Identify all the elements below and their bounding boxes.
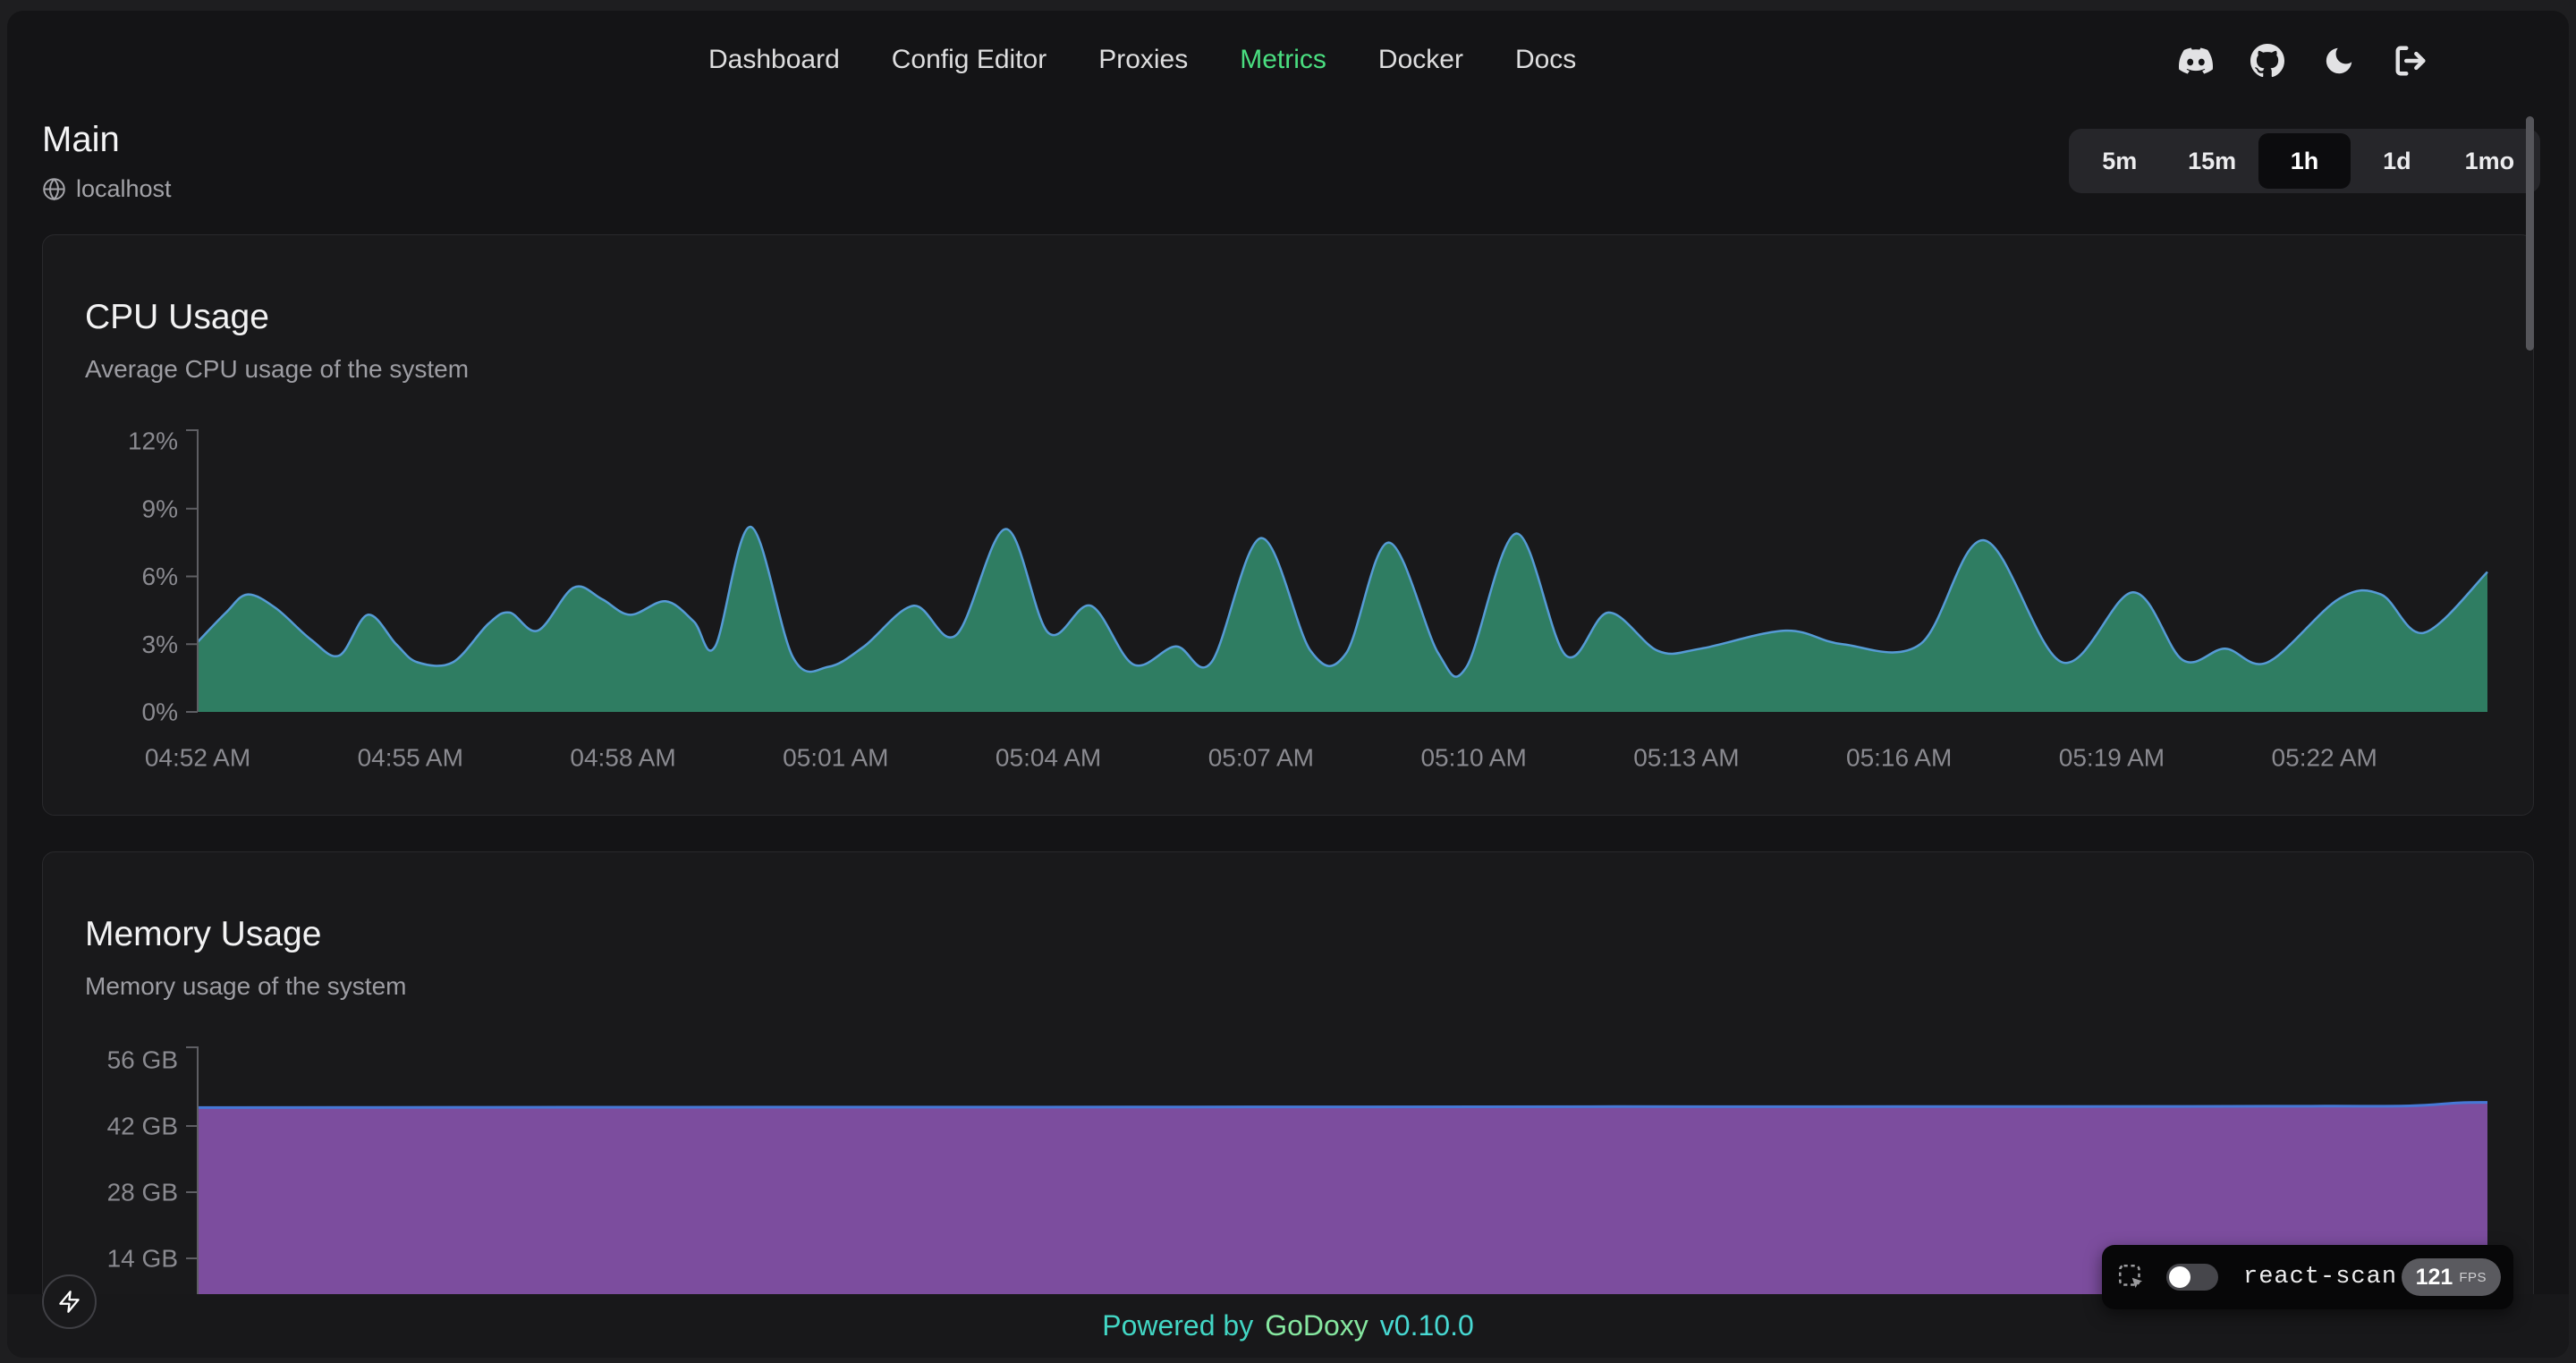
moon-icon[interactable] bbox=[2322, 44, 2356, 78]
svg-text:05:01 AM: 05:01 AM bbox=[783, 744, 888, 772]
fps-value: 121 bbox=[2416, 1265, 2453, 1291]
version-text: v0.10.0 bbox=[1380, 1309, 1474, 1342]
svg-text:05:16 AM: 05:16 AM bbox=[1846, 744, 1952, 772]
svg-text:04:52 AM: 04:52 AM bbox=[145, 744, 250, 772]
cpu-usage-chart[interactable]: 12% 9% 6% 3% 0% 04:52 AM 04:55 AM 04:58 AM 05:01… bbox=[43, 235, 2535, 817]
logout-icon[interactable] bbox=[2394, 44, 2428, 78]
svg-text:05:07 AM: 05:07 AM bbox=[1208, 744, 1314, 772]
nav-item-docker[interactable]: Docker bbox=[1378, 45, 1463, 75]
svg-text:04:58 AM: 04:58 AM bbox=[570, 744, 675, 772]
fps-badge: 121 FPS bbox=[2402, 1258, 2501, 1296]
page-title: Main bbox=[42, 120, 120, 160]
nav-item-docs[interactable]: Docs bbox=[1515, 45, 1576, 75]
svg-text:05:13 AM: 05:13 AM bbox=[1633, 744, 1739, 772]
time-range-option-15m[interactable]: 15m bbox=[2165, 133, 2258, 189]
nav-item-metrics[interactable]: Metrics bbox=[1240, 45, 1326, 75]
lightning-button[interactable] bbox=[42, 1274, 97, 1329]
react-scan-toggle[interactable] bbox=[2166, 1264, 2218, 1291]
github-icon[interactable] bbox=[2250, 44, 2284, 78]
host-label: localhost bbox=[76, 175, 172, 203]
svg-text:9%: 9% bbox=[142, 495, 178, 522]
svg-text:42 GB: 42 GB bbox=[107, 1113, 178, 1140]
time-range-selector: 5m 15m 1h 1d 1mo bbox=[2069, 129, 2540, 193]
svg-text:0%: 0% bbox=[142, 698, 178, 726]
host-row: localhost bbox=[42, 175, 172, 203]
svg-text:56 GB: 56 GB bbox=[107, 1046, 178, 1074]
time-range-option-5m[interactable]: 5m bbox=[2073, 133, 2165, 189]
globe-icon bbox=[42, 177, 66, 201]
time-range-option-1d[interactable]: 1d bbox=[2351, 133, 2443, 189]
svg-text:05:22 AM: 05:22 AM bbox=[2272, 744, 2377, 772]
lightning-icon bbox=[57, 1290, 81, 1314]
toggle-knob bbox=[2169, 1266, 2190, 1288]
svg-text:05:04 AM: 05:04 AM bbox=[996, 744, 1101, 772]
svg-text:04:55 AM: 04:55 AM bbox=[358, 744, 463, 772]
discord-icon[interactable] bbox=[2179, 44, 2213, 78]
fps-unit: FPS bbox=[2459, 1270, 2487, 1285]
scrollbar-thumb[interactable] bbox=[2526, 116, 2534, 351]
top-nav: Dashboard Config Editor Proxies Metrics … bbox=[708, 45, 1576, 75]
time-range-option-1mo[interactable]: 1mo bbox=[2444, 133, 2536, 189]
cpu-usage-card: CPU Usage Average CPU usage of the syste… bbox=[42, 234, 2534, 816]
svg-text:14 GB: 14 GB bbox=[107, 1245, 178, 1273]
svg-text:6%: 6% bbox=[142, 563, 178, 590]
app-panel: Dashboard Config Editor Proxies Metrics … bbox=[7, 11, 2569, 1358]
app-window: Dashboard Config Editor Proxies Metrics … bbox=[0, 0, 2576, 1363]
nav-item-dashboard[interactable]: Dashboard bbox=[708, 45, 840, 75]
header-icon-group bbox=[2179, 44, 2428, 78]
svg-text:05:19 AM: 05:19 AM bbox=[2059, 744, 2165, 772]
svg-text:12%: 12% bbox=[128, 428, 178, 455]
nav-item-proxies[interactable]: Proxies bbox=[1098, 45, 1188, 75]
svg-text:05:10 AM: 05:10 AM bbox=[1420, 744, 1526, 772]
inspect-icon[interactable] bbox=[2116, 1262, 2147, 1292]
time-range-option-1h[interactable]: 1h bbox=[2258, 133, 2351, 189]
svg-text:28 GB: 28 GB bbox=[107, 1179, 178, 1206]
svg-text:3%: 3% bbox=[142, 631, 178, 658]
powered-by-text: Powered by bbox=[1102, 1309, 1253, 1342]
react-scan-label: react-scan bbox=[2243, 1264, 2402, 1291]
nav-item-config-editor[interactable]: Config Editor bbox=[892, 45, 1046, 75]
react-scan-widget: react-scan 121 FPS bbox=[2102, 1245, 2513, 1309]
godoxy-link[interactable]: GoDoxy bbox=[1265, 1309, 1368, 1342]
